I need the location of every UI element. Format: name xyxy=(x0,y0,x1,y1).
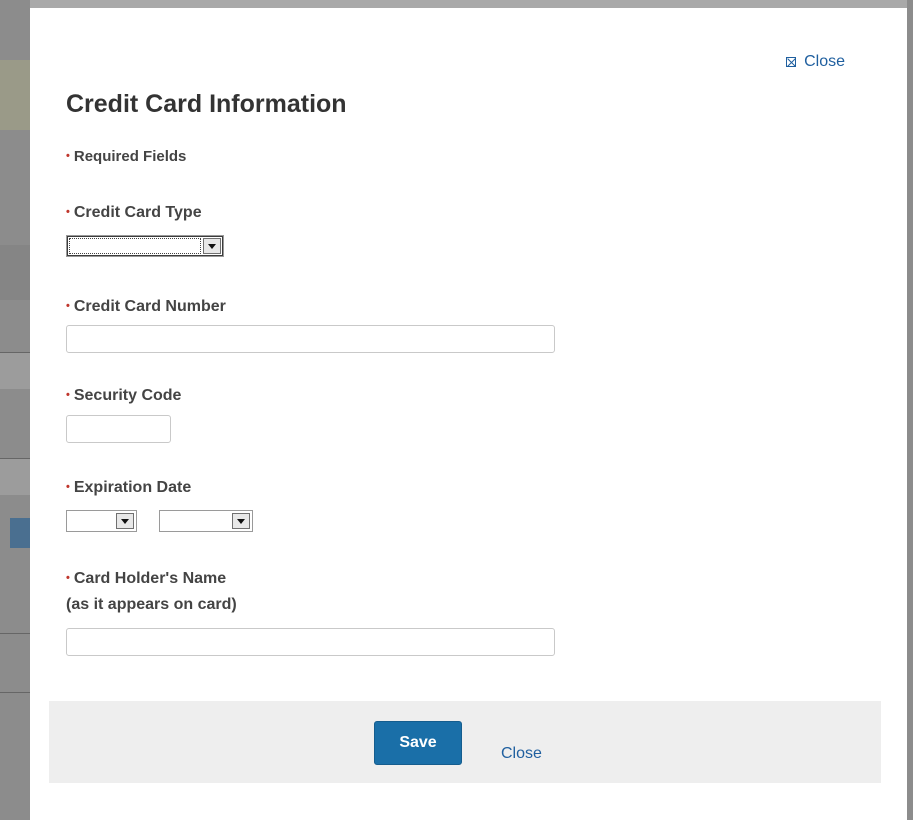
background-page-strip xyxy=(0,0,913,8)
expiration-date-label: • Expiration Date xyxy=(66,479,191,497)
select-focus-ring xyxy=(69,238,201,254)
expiration-month-select[interactable] xyxy=(66,510,137,532)
security-code-input[interactable] xyxy=(66,415,171,443)
holder-name-hint: (as it appears on card) xyxy=(66,596,237,613)
chevron-down-icon[interactable] xyxy=(116,513,134,529)
holder-name-input[interactable] xyxy=(66,628,555,656)
modal-footer: Save Close xyxy=(49,701,881,783)
required-marker: • xyxy=(66,206,70,218)
modal-title: Credit Card Information xyxy=(66,90,347,118)
modal-close-label[interactable]: Close xyxy=(804,53,845,71)
security-code-label: • Security Code xyxy=(66,387,181,405)
save-button[interactable]: Save xyxy=(374,721,462,765)
chevron-down-icon[interactable] xyxy=(232,513,250,529)
footer-close-link[interactable]: Close xyxy=(501,745,542,763)
close-icon[interactable] xyxy=(786,57,797,67)
required-fields-note: • Required Fields xyxy=(66,148,186,165)
background-page-right xyxy=(907,0,913,820)
card-number-input[interactable] xyxy=(66,325,555,353)
holder-name-label-text: Card Holder's Name xyxy=(73,570,227,587)
card-type-label-text: Credit Card Type xyxy=(73,204,202,221)
required-marker: • xyxy=(66,481,70,493)
security-code-label-text: Security Code xyxy=(73,387,182,404)
card-type-select[interactable] xyxy=(66,235,224,257)
required-marker: • xyxy=(66,389,70,401)
required-marker: • xyxy=(66,150,70,162)
card-number-label-text: Credit Card Number xyxy=(73,298,226,315)
required-marker: • xyxy=(66,300,70,312)
background-page-left xyxy=(0,0,30,820)
card-type-label: • Credit Card Type xyxy=(66,204,202,222)
required-note-text: Required Fields xyxy=(73,148,187,165)
holder-name-label: • Card Holder's Name xyxy=(66,570,226,588)
required-marker: • xyxy=(66,572,70,584)
expiration-year-select[interactable] xyxy=(159,510,253,532)
expiration-date-label-text: Expiration Date xyxy=(73,479,192,496)
card-number-label: • Credit Card Number xyxy=(66,298,226,316)
chevron-down-icon[interactable] xyxy=(203,238,221,254)
credit-card-modal: Close Credit Card Information • Required … xyxy=(30,8,907,820)
modal-close-link[interactable]: Close xyxy=(786,53,845,71)
